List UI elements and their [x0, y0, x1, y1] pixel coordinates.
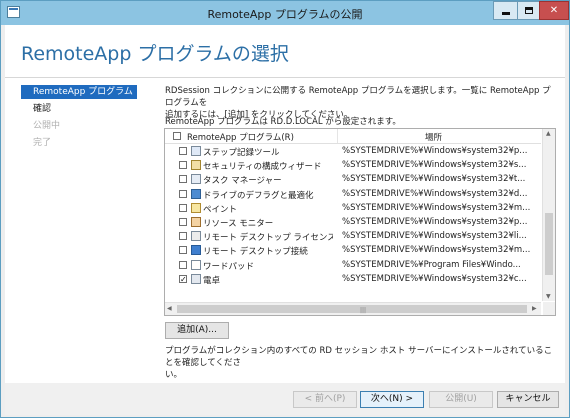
- program-checkbox[interactable]: [179, 203, 187, 212]
- step-publishing: 公開中: [33, 121, 61, 131]
- dialog-window: RemoteApp プログラムの公開 ✕ RemoteApp プログラムの選択 …: [0, 0, 570, 418]
- note-line-2: い。: [165, 370, 183, 380]
- step-confirmation[interactable]: 確認: [21, 102, 137, 116]
- list-item[interactable]: リモート デスクトップ接続 %SYSTEMDRIVE%¥Windows¥syste…: [165, 243, 541, 257]
- license-manager-icon: [191, 231, 201, 242]
- add-program-button[interactable]: 追加(A)...: [165, 322, 229, 339]
- task-manager-icon: [191, 174, 201, 185]
- scroll-up-icon[interactable]: ▲: [546, 130, 551, 137]
- program-location: %SYSTEMDRIVE%¥Windows¥system32¥d...: [342, 188, 528, 199]
- grip-icon: |||: [360, 307, 367, 314]
- close-icon: ✕: [549, 5, 559, 16]
- scroll-down-icon[interactable]: ▼: [546, 293, 551, 300]
- program-location: %SYSTEMDRIVE%¥Windows¥system32¥t...: [342, 174, 526, 185]
- maximize-icon: [524, 7, 533, 14]
- program-name: タスク マネージャー: [203, 176, 282, 187]
- step-completion: 完了: [33, 138, 52, 148]
- source-server-text: RemoteApp プログラムは RD.D.LOCAL から設定されます。: [165, 117, 401, 127]
- program-name: 電卓: [203, 275, 221, 286]
- program-name: リソース モニター: [203, 219, 274, 229]
- wordpad-icon: [191, 259, 201, 270]
- program-checkbox[interactable]: [179, 232, 187, 241]
- scroll-left-icon[interactable]: ◀: [167, 305, 172, 312]
- list-item[interactable]: セキュリティの構成ウィザード %SYSTEMDRIVE%¥Windows¥syst…: [165, 158, 541, 172]
- list-item[interactable]: リモート デスクトップ ライセンス マネージャー %SYSTEMDRIVE%¥Wi…: [165, 229, 541, 243]
- back-button[interactable]: < 前へ(P): [293, 391, 357, 408]
- close-button[interactable]: ✕: [539, 1, 569, 20]
- program-checkbox[interactable]: [179, 246, 187, 255]
- horizontal-scrollbar[interactable]: ◀ ||| ▶: [165, 302, 541, 315]
- list-header: RemoteApp プログラム(R) 場所: [165, 129, 541, 144]
- list-item[interactable]: タスク マネージャー %SYSTEMDRIVE%¥Windows¥system32…: [165, 172, 541, 186]
- program-location: %SYSTEMDRIVE%¥Windows¥system32¥p...: [342, 146, 528, 156]
- program-name: ステップ記録ツール: [203, 148, 280, 158]
- program-location: %SYSTEMDRIVE%¥Program Files¥Windo...: [342, 259, 521, 270]
- program-location: %SYSTEMDRIVE%¥Windows¥system32¥s...: [342, 160, 527, 171]
- resource-monitor-icon: [191, 217, 201, 227]
- vertical-scroll-thumb[interactable]: [545, 213, 553, 275]
- wizard-body: RemoteApp プログラムの選択 RemoteApp プログラム 確認 公開…: [5, 25, 565, 415]
- list-item[interactable]: ドライブのデフラグと最適化 %SYSTEMDRIVE%¥Windows¥syste…: [165, 187, 541, 201]
- defrag-icon: [191, 188, 201, 199]
- minimize-icon: [501, 11, 510, 15]
- horizontal-scroll-thumb[interactable]: |||: [177, 305, 527, 314]
- installation-note: プログラムがコレクション内のすべての RD セッション ホスト サーバーにインス…: [165, 345, 557, 381]
- remote-desktop-icon: [191, 245, 201, 256]
- security-wizard-icon: [191, 160, 201, 171]
- program-list[interactable]: RemoteApp プログラム(R) 場所 ステップ記録ツール %SYSTEMDR…: [164, 128, 556, 316]
- program-name: リモート デスクトップ ライセンス マネージャー: [203, 233, 333, 244]
- program-location: %SYSTEMDRIVE%¥Windows¥system32¥m...: [342, 202, 531, 213]
- column-header-name[interactable]: RemoteApp プログラム(R): [187, 131, 294, 143]
- maximize-button[interactable]: [517, 1, 540, 20]
- minimize-button[interactable]: [493, 1, 518, 20]
- program-checkbox[interactable]: [179, 218, 187, 226]
- cancel-button[interactable]: キャンセル: [497, 391, 559, 408]
- program-checkbox[interactable]: [179, 175, 187, 184]
- program-name: ワードパッド: [203, 261, 255, 272]
- header-divider: [5, 77, 565, 78]
- program-checkbox[interactable]: [179, 147, 187, 155]
- title-bar[interactable]: RemoteApp プログラムの公開 ✕: [1, 1, 569, 25]
- program-checkbox[interactable]: [179, 189, 187, 198]
- step-remoteapp-programs[interactable]: RemoteApp プログラム: [21, 85, 137, 99]
- list-item[interactable]: リソース モニター %SYSTEMDRIVE%¥Windows¥system32¥…: [165, 215, 541, 229]
- scroll-right-icon[interactable]: ▶: [532, 305, 537, 312]
- wizard-steps: RemoteApp プログラム 確認 公開中 完了: [21, 85, 137, 153]
- steps-recorder-icon: [191, 146, 201, 156]
- calculator-icon: [191, 273, 201, 284]
- program-name: リモート デスクトップ接続: [203, 247, 308, 258]
- program-name: ペイント: [203, 204, 238, 215]
- next-button[interactable]: 次へ(N) >: [360, 391, 424, 408]
- list-item[interactable]: ワードパッド %SYSTEMDRIVE%¥Program Files¥Windo.…: [165, 258, 541, 272]
- paint-icon: [191, 202, 201, 213]
- program-checkbox[interactable]: [179, 161, 187, 170]
- description-line-1: RDSession コレクションに公開する RemoteApp プログラムを選択…: [165, 86, 551, 108]
- column-header-location[interactable]: 場所: [425, 131, 442, 143]
- page-title: RemoteApp プログラムの選択: [21, 43, 289, 65]
- program-name: ドライブのデフラグと最適化: [203, 190, 314, 201]
- program-name: セキュリティの構成ウィザード: [203, 162, 322, 173]
- program-location: %SYSTEMDRIVE%¥Windows¥system32¥m...: [342, 245, 531, 256]
- vertical-scrollbar[interactable]: ▲ ▼: [542, 129, 555, 301]
- list-item[interactable]: ステップ記録ツール %SYSTEMDRIVE%¥Windows¥system32¥…: [165, 144, 541, 158]
- publish-button[interactable]: 公開(U): [429, 391, 493, 408]
- program-checkbox[interactable]: [179, 260, 187, 269]
- program-location: %SYSTEMDRIVE%¥Windows¥system32¥p...: [342, 217, 528, 227]
- list-item[interactable]: ペイント %SYSTEMDRIVE%¥Windows¥system32¥m...: [165, 201, 541, 215]
- button-bar: < 前へ(P) 次へ(N) > 公開(U) キャンセル: [5, 383, 565, 415]
- program-location: %SYSTEMDRIVE%¥Windows¥system32¥c...: [342, 273, 527, 284]
- column-divider[interactable]: [337, 129, 338, 143]
- window-title: RemoteApp プログラムの公開: [207, 8, 363, 21]
- program-checkbox[interactable]: ✓: [179, 274, 187, 283]
- select-all-checkbox[interactable]: [173, 132, 181, 140]
- scroll-corner: [543, 302, 555, 315]
- list-item[interactable]: ✓ 電卓 %SYSTEMDRIVE%¥Windows¥system32¥c...: [165, 272, 541, 286]
- note-line-1: プログラムがコレクション内のすべての RD セッション ホスト サーバーにインス…: [165, 346, 553, 368]
- program-location: %SYSTEMDRIVE%¥Windows¥system32¥li...: [342, 231, 527, 242]
